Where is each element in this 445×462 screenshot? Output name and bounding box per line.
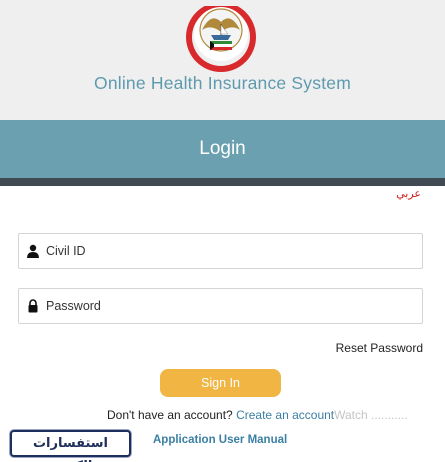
password-input[interactable]: [46, 289, 416, 323]
kuwait-inquiries-button[interactable]: استفسارات الكويت: [10, 430, 131, 462]
create-account-link[interactable]: Create an account: [236, 408, 334, 422]
login-title: Login: [199, 138, 246, 159]
no-account-text: Don't have an account?: [107, 408, 233, 422]
password-field[interactable]: [18, 288, 423, 324]
lock-icon: [28, 299, 38, 313]
system-title: Online Health Insurance System: [94, 73, 351, 93]
user-icon: [27, 244, 39, 258]
arabic-language-link[interactable]: عربي: [396, 187, 421, 200]
header: Online Health Insurance System: [0, 0, 445, 120]
civil-id-input[interactable]: [46, 234, 416, 268]
create-account-line: Don't have an account? Create an account…: [107, 408, 408, 422]
ministry-emblem-logo: [182, 0, 260, 72]
sign-in-button[interactable]: Sign In: [160, 369, 281, 397]
civil-id-field[interactable]: [18, 233, 423, 269]
login-bar: Login: [0, 120, 445, 178]
user-manual-link[interactable]: Application User Manual: [153, 434, 287, 446]
overlapped-watch-text: Watch ...........: [334, 408, 408, 422]
divider-strip: [0, 178, 445, 186]
reset-password-link[interactable]: Reset Password: [336, 341, 423, 355]
